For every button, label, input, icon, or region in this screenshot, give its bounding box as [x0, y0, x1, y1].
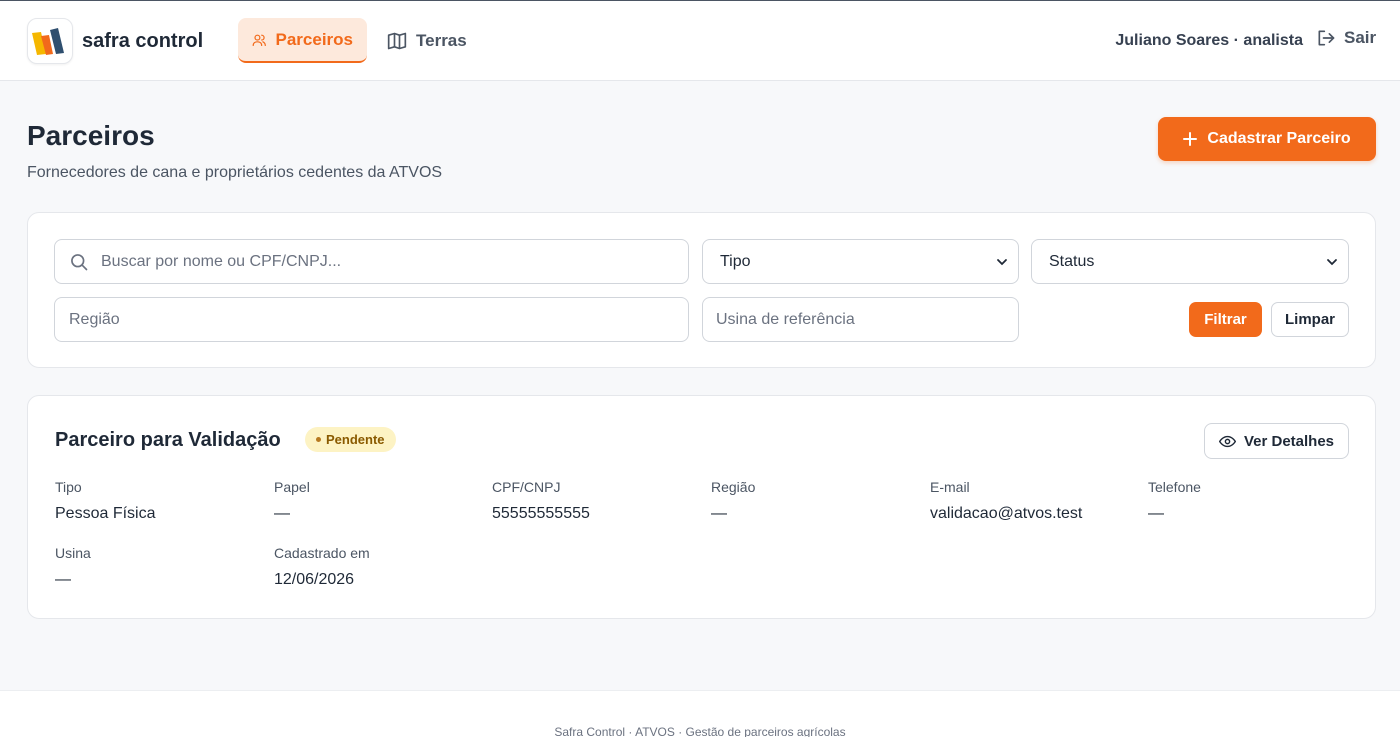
view-details-label: Ver Detalhes — [1243, 432, 1335, 450]
status-select-value: Status — [1049, 252, 1095, 270]
field-papel: Papel — — [274, 479, 310, 523]
field-label: Usina — [55, 545, 91, 561]
users-icon — [252, 34, 266, 46]
user-info: Juliano Soares · analista — [1115, 32, 1303, 49]
chevron-down-icon — [1327, 258, 1337, 265]
page-subtitle: Fornecedores de cana e proprietários ced… — [27, 164, 443, 181]
field-cadastrado-em: Cadastrado em 12/06/2026 — [274, 545, 370, 589]
field-label: Telefone — [1148, 479, 1201, 495]
plus-icon — [1183, 132, 1198, 146]
status-badge: Pendente — [305, 427, 396, 452]
tipo-select[interactable]: Tipo — [702, 239, 1019, 284]
field-value: 55555555555 — [492, 505, 590, 522]
nav-terras-label: Terras — [416, 30, 467, 50]
status-dot-icon — [316, 437, 321, 442]
field-value: Pessoa Física — [55, 505, 156, 522]
page-title: Parceiros — [27, 120, 155, 151]
partner-name: Parceiro para Validação — [55, 429, 281, 451]
logout-label: Sair — [1344, 28, 1377, 47]
tipo-select-value: Tipo — [720, 252, 751, 270]
field-email: E-mail validacao@atvos.test — [930, 479, 1082, 523]
view-details-button[interactable]: Ver Detalhes — [1204, 423, 1349, 459]
filter-button[interactable]: Filtrar — [1189, 302, 1262, 337]
field-value: — — [1148, 505, 1164, 522]
field-label: Tipo — [55, 479, 82, 495]
field-label: Região — [711, 479, 756, 495]
app-logo[interactable] — [27, 18, 73, 64]
status-badge-label: Pendente — [326, 432, 385, 447]
usina-field[interactable] — [702, 297, 1019, 342]
clear-button[interactable]: Limpar — [1271, 302, 1349, 337]
field-label: E-mail — [930, 479, 970, 495]
page-footer: Safra Control · ATVOS · Gestão de parcei… — [0, 690, 1400, 737]
logo-icon — [32, 28, 64, 55]
search-icon — [71, 253, 88, 270]
field-telefone: Telefone — — [1148, 479, 1201, 523]
chevron-down-icon — [997, 258, 1007, 265]
field-label: CPF/CNPJ — [492, 479, 561, 495]
filters-panel: Tipo Status Filtrar Limpar — [27, 212, 1376, 368]
add-partner-label: Cadastrar Parceiro — [1207, 130, 1351, 147]
field-usina: Usina — — [55, 545, 91, 589]
partner-card: Parceiro para Validação Pendente Ver Det… — [27, 395, 1376, 619]
nav-parceiros-label: Parceiros — [275, 29, 354, 49]
field-regiao: Região — — [711, 479, 755, 523]
logout-button[interactable]: Sair — [1316, 28, 1376, 48]
search-field[interactable] — [54, 239, 689, 284]
regiao-input[interactable] — [69, 310, 688, 329]
nav-terras[interactable]: Terras — [373, 18, 481, 63]
footer-text: Safra Control · ATVOS · Gestão de parcei… — [554, 725, 846, 737]
add-partner-button[interactable]: Cadastrar Parceiro — [1158, 117, 1376, 161]
eye-icon — [1218, 435, 1236, 447]
field-label: Papel — [274, 479, 310, 495]
nav-parceiros[interactable]: Parceiros — [238, 18, 367, 63]
status-select[interactable]: Status — [1031, 239, 1349, 284]
field-tipo: Tipo Pessoa Física — [55, 479, 155, 523]
brand-name: safra control — [82, 30, 204, 52]
field-value: — — [274, 505, 290, 522]
field-label: Cadastrado em — [274, 545, 370, 561]
map-icon — [387, 32, 407, 49]
usina-input[interactable] — [716, 310, 1018, 329]
field-value: — — [711, 505, 727, 522]
field-value: — — [55, 571, 71, 588]
field-value: validacao@atvos.test — [930, 505, 1083, 522]
field-cpf-cnpj: CPF/CNPJ 55555555555 — [492, 479, 590, 523]
search-input[interactable] — [101, 252, 688, 271]
logout-icon — [1318, 30, 1335, 46]
field-value: 12/06/2026 — [274, 571, 355, 588]
app-header: safra control Parceiros Terras Juliano S… — [0, 1, 1400, 81]
regiao-field[interactable] — [54, 297, 689, 342]
